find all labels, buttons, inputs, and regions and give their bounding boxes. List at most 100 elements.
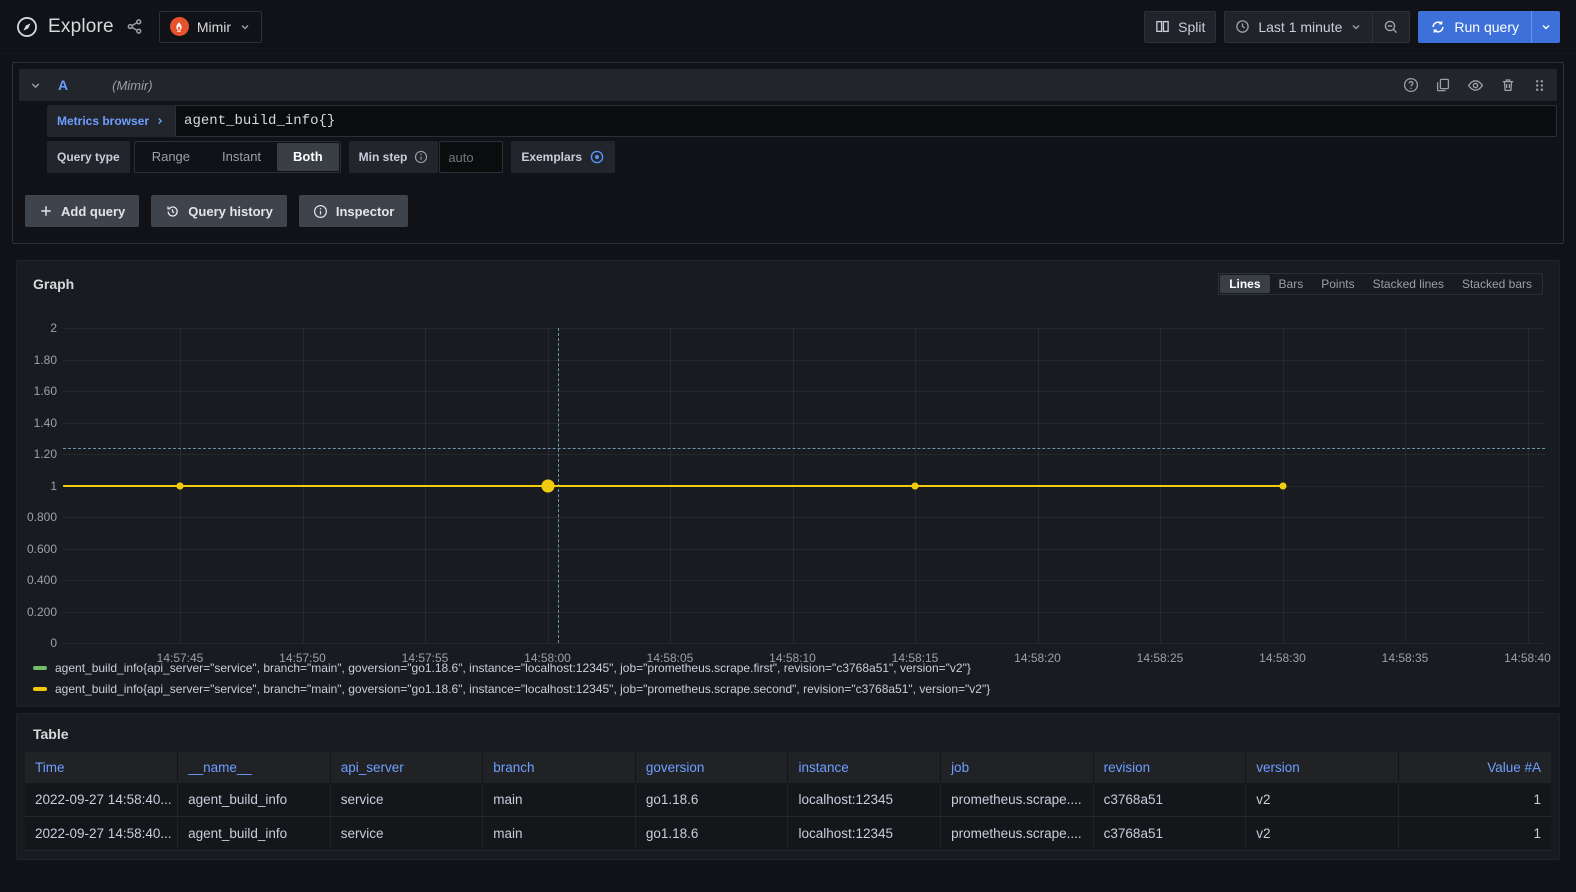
table-column-header[interactable]: branch [483, 752, 636, 783]
y-axis-tick-label: 0 [17, 636, 57, 650]
table-cell: service [330, 817, 483, 851]
metrics-browser-button[interactable]: Metrics browser [47, 105, 175, 137]
query-type-option-both[interactable]: Both [277, 143, 339, 171]
query-type-option-instant[interactable]: Instant [206, 143, 277, 171]
table-column-header[interactable]: Value #A [1398, 752, 1551, 783]
table-panel-title: Table [33, 726, 69, 742]
query-datasource-hint: (Mimir) [112, 78, 152, 93]
eye-icon[interactable] [1467, 77, 1484, 94]
time-range-picker[interactable]: Last 1 minute [1224, 11, 1372, 43]
graph-mode-lines[interactable]: Lines [1220, 275, 1269, 293]
target-circle-icon[interactable] [589, 149, 605, 165]
query-history-label: Query history [188, 204, 273, 219]
table-cell: 2022-09-27 14:58:40... [25, 817, 178, 851]
question-circle-icon[interactable] [1403, 77, 1419, 93]
query-ref-id: A [58, 77, 68, 93]
plus-icon [39, 204, 53, 218]
graph-mode-stacked-bars[interactable]: Stacked bars [1453, 275, 1541, 293]
table-column-header[interactable]: __name__ [178, 752, 331, 783]
history-icon [165, 204, 180, 219]
gridline-vertical [1528, 328, 1529, 643]
copy-icon[interactable] [1435, 77, 1451, 93]
table-column-header[interactable]: job [941, 752, 1094, 783]
query-history-button[interactable]: Query history [151, 195, 287, 227]
gridline-vertical [1405, 328, 1406, 643]
legend-series-label[interactable]: agent_build_info{api_server="service", b… [55, 682, 990, 696]
y-axis-tick-label: 0.400 [17, 573, 57, 587]
min-step-input[interactable] [439, 141, 503, 173]
run-query-label: Run query [1454, 19, 1519, 35]
graph-plot-area[interactable]: 21.801.601.401.2010.8000.6000.4000.20001… [17, 295, 1559, 657]
table-cell: c3768a51 [1093, 783, 1246, 817]
page-title: Explore [48, 16, 114, 38]
inspector-label: Inspector [336, 204, 395, 219]
add-query-button[interactable]: Add query [25, 195, 139, 227]
inspector-button[interactable]: Inspector [299, 195, 409, 227]
x-axis-tick-label: 14:58:15 [877, 651, 953, 665]
crosshair-horizontal [63, 448, 1545, 449]
results-table: Time__name__api_serverbranchgoversionins… [25, 752, 1551, 851]
query-expression-input[interactable] [175, 105, 1557, 137]
query-type-option-range[interactable]: Range [136, 143, 206, 171]
datasource-picker[interactable]: Mimir [159, 11, 262, 43]
flame-icon [170, 17, 189, 36]
table-cell: prometheus.scrape.... [941, 783, 1094, 817]
min-step-label: Min step [359, 150, 408, 164]
x-axis-tick-label: 14:58:40 [1490, 651, 1566, 665]
graph-mode-bars[interactable]: Bars [1270, 275, 1313, 293]
time-range-label: Last 1 minute [1258, 19, 1342, 35]
table-column-header[interactable]: version [1246, 752, 1399, 783]
table-cell: 2022-09-27 14:58:40... [25, 783, 178, 817]
x-axis-tick-label: 14:58:35 [1367, 651, 1443, 665]
share-icon[interactable] [126, 18, 143, 35]
table-column-header[interactable]: instance [788, 752, 941, 783]
query-row-header[interactable]: A (Mimir) [19, 69, 1557, 101]
collapse-chevron-icon[interactable] [29, 79, 42, 92]
graph-mode-points[interactable]: Points [1312, 275, 1363, 293]
table-cell: service [330, 783, 483, 817]
metrics-browser-label: Metrics browser [57, 114, 149, 128]
table-column-header[interactable]: revision [1093, 752, 1246, 783]
table-cell: main [483, 817, 636, 851]
table-row: 2022-09-27 14:58:40...agent_build_infose… [25, 783, 1551, 817]
table-column-header[interactable]: goversion [635, 752, 788, 783]
run-query-dropdown[interactable] [1531, 11, 1560, 43]
exemplars-label: Exemplars [521, 150, 582, 164]
grip-icon[interactable] [1532, 78, 1547, 93]
legend-series-swatch [33, 687, 47, 691]
x-axis-tick-label: 14:58:20 [1000, 651, 1076, 665]
legend-item[interactable]: agent_build_info{api_server="service", b… [33, 682, 1559, 696]
top-nav: Explore Mimir Split [0, 0, 1576, 54]
series-point [541, 479, 554, 492]
info-circle-icon[interactable] [414, 150, 428, 164]
gridline-horizontal [63, 328, 1545, 329]
y-axis-tick-label: 1 [17, 479, 57, 493]
table-row: 2022-09-27 14:58:40...agent_build_infose… [25, 817, 1551, 851]
graph-panel: Graph LinesBarsPointsStacked linesStacke… [16, 260, 1560, 707]
y-axis-tick-label: 0.800 [17, 510, 57, 524]
add-query-label: Add query [61, 204, 125, 219]
x-axis-tick-label: 14:58:25 [1122, 651, 1198, 665]
zoom-out-button[interactable] [1372, 11, 1410, 43]
table-cell: agent_build_info [178, 783, 331, 817]
x-axis-tick-label: 14:57:50 [265, 651, 341, 665]
gridline-horizontal [63, 549, 1545, 550]
graph-mode-stacked-lines[interactable]: Stacked lines [1364, 275, 1453, 293]
series-point [1279, 482, 1286, 489]
magnifier-minus-icon [1383, 19, 1399, 35]
info-circle-icon [313, 204, 328, 219]
chevron-down-icon [1350, 21, 1362, 33]
table-column-header[interactable]: Time [25, 752, 178, 783]
datasource-name: Mimir [197, 19, 231, 35]
split-button[interactable]: Split [1144, 11, 1216, 43]
x-axis-tick-label: 14:58:30 [1245, 651, 1321, 665]
y-axis-tick-label: 2 [17, 321, 57, 335]
split-label: Split [1178, 19, 1205, 35]
x-axis-tick-label: 14:58:10 [755, 651, 831, 665]
table-cell: go1.18.6 [635, 783, 788, 817]
run-query-button[interactable]: Run query [1418, 11, 1560, 43]
explore-compass-icon [16, 16, 38, 38]
table-cell: go1.18.6 [635, 817, 788, 851]
trash-icon[interactable] [1500, 77, 1516, 93]
table-column-header[interactable]: api_server [330, 752, 483, 783]
